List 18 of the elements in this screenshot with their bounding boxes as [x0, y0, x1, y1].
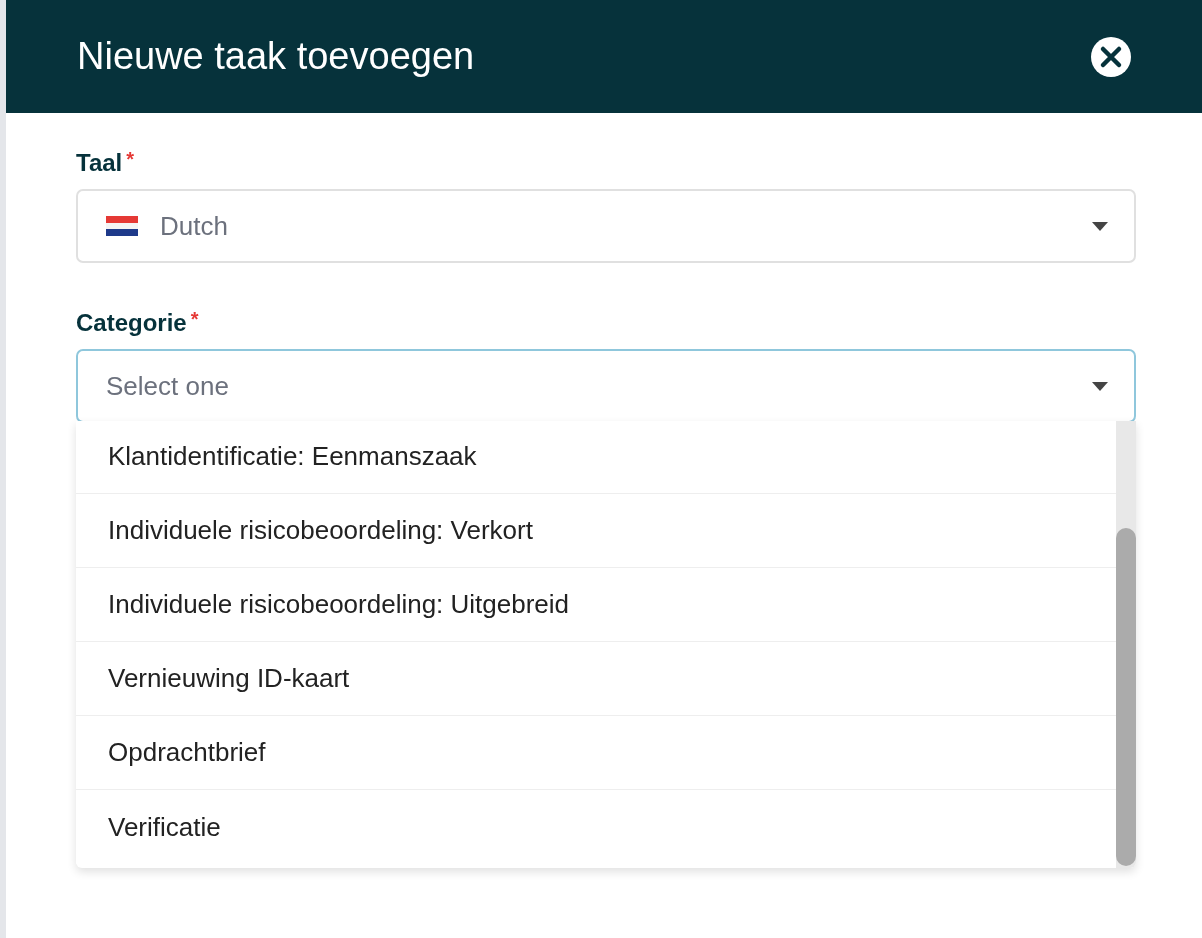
- flag-icon: [106, 216, 138, 236]
- dropdown-option[interactable]: Opdrachtbrief: [76, 716, 1116, 790]
- caret-icon: [1092, 381, 1108, 391]
- caret-icon: [1092, 221, 1108, 231]
- dialog-title: Nieuwe taak toevoegen: [77, 35, 475, 78]
- dropdown-option[interactable]: Individuele risicobeoordeling: Verkort: [76, 494, 1116, 568]
- field-label: Categorie: [76, 309, 187, 337]
- dropdown-option[interactable]: Individuele risicobeoordeling: Uitgebreid: [76, 568, 1116, 642]
- dropdown-option[interactable]: Klantidentificatie: Eenmanszaak: [76, 421, 1116, 494]
- scrollbar-thumb[interactable]: [1116, 528, 1136, 866]
- close-button[interactable]: [1090, 35, 1132, 78]
- close-icon: [1090, 35, 1132, 78]
- scrollbar[interactable]: [1116, 421, 1136, 868]
- required-mark: *: [190, 309, 199, 329]
- select-field[interactable]: Dutch: [76, 189, 1136, 263]
- dropdown-option[interactable]: Vernieuwing ID-kaart: [76, 642, 1116, 716]
- field-label: Taal: [76, 149, 123, 177]
- required-mark: *: [126, 149, 135, 169]
